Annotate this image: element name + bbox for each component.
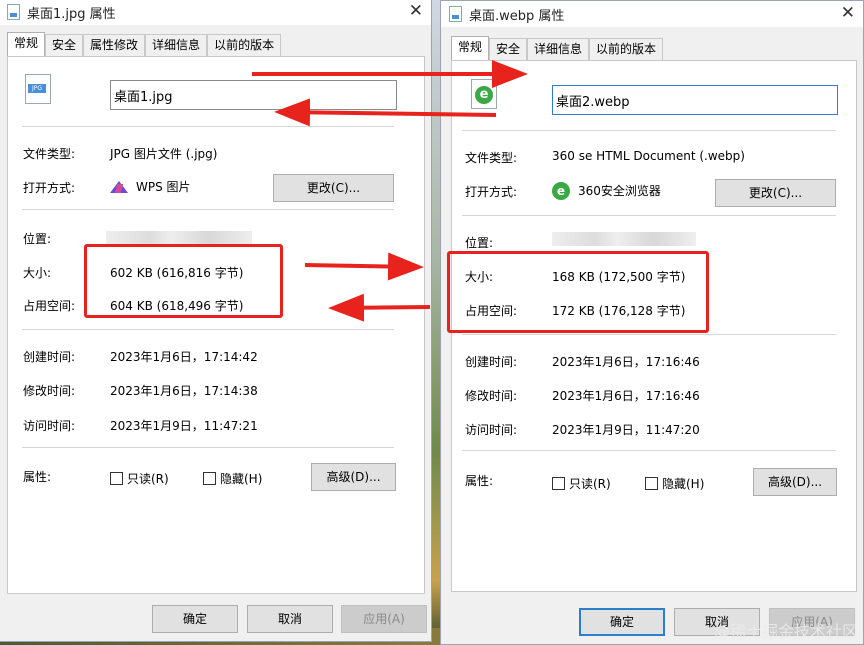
annotation-arrows [252, 60, 528, 322]
watermark: @稀土掘金技术社区 [713, 622, 858, 641]
arrow-right-middle [304, 252, 424, 281]
arrow-left-top [274, 98, 497, 127]
arrow-left-bottom [328, 293, 431, 322]
